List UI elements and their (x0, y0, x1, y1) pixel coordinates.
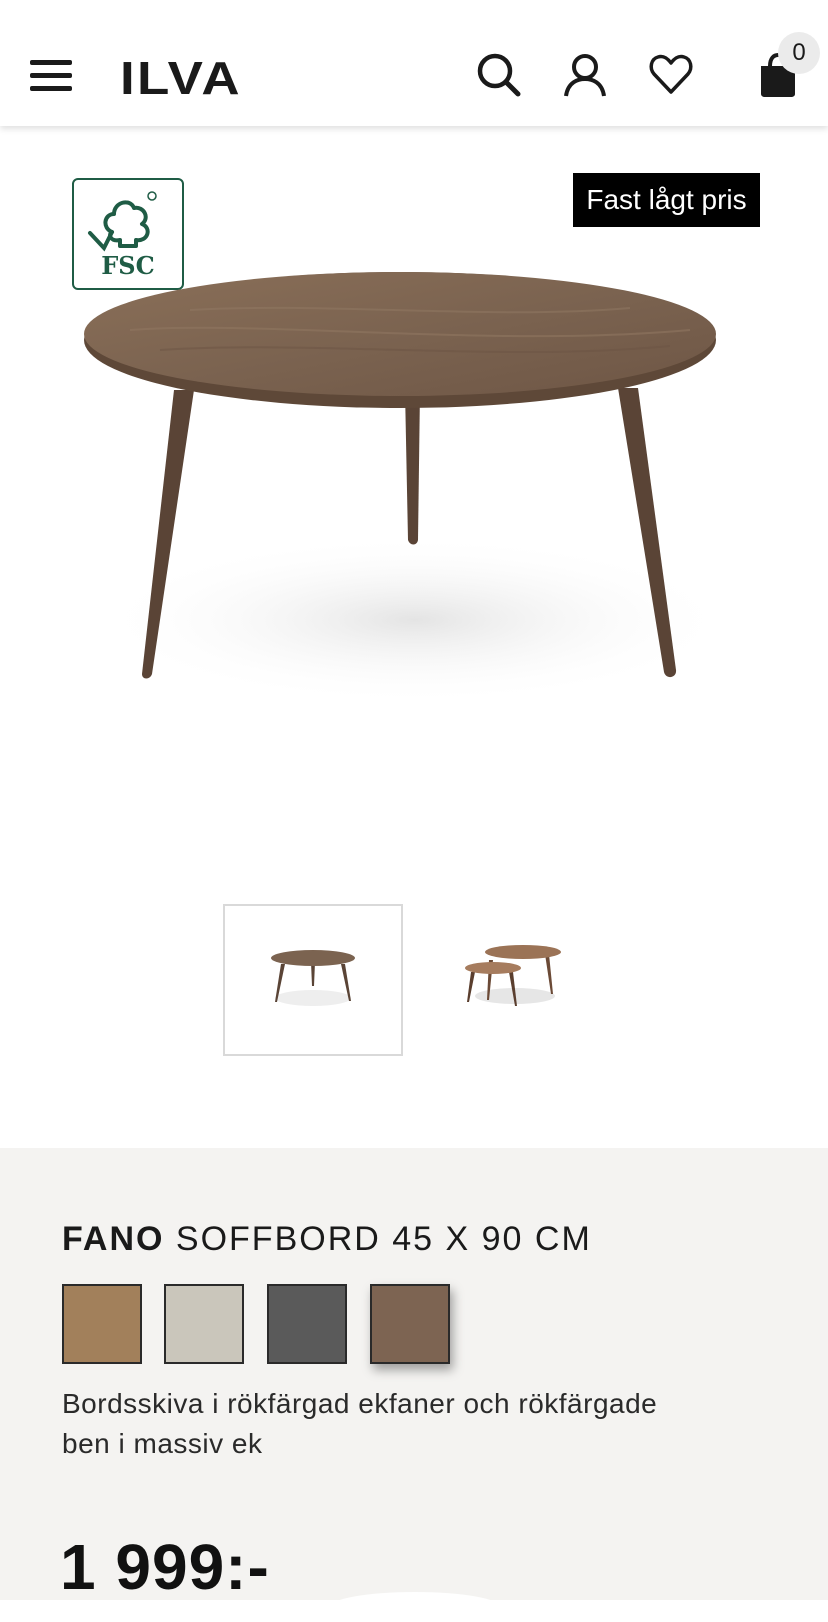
menu-icon[interactable] (30, 58, 74, 94)
site-logo[interactable]: ILVA (120, 50, 242, 106)
product-brand: FANO (62, 1220, 165, 1258)
heart-icon[interactable] (648, 52, 694, 98)
site-header: ILVA 0 (0, 0, 828, 126)
thumbnail-table-set-image (465, 945, 561, 1006)
color-swatch-3[interactable] (267, 1284, 347, 1364)
color-swatch-1[interactable] (62, 1284, 142, 1364)
cart-count-badge: 0 (778, 32, 820, 74)
thumbnail-1[interactable] (223, 904, 403, 1056)
product-title: FANO SOFFBORD 45 X 90 CM (62, 1220, 592, 1259)
floating-button-edge[interactable] (330, 1592, 500, 1622)
fixed-low-price-badge: Fast lågt pris (573, 173, 760, 227)
color-swatch-4-selected[interactable] (370, 1284, 450, 1364)
search-icon[interactable] (476, 52, 522, 98)
thumbnail-2[interactable] (423, 904, 603, 1056)
product-description: Bordsskiva i rökfärgad ekfaner och rökfä… (62, 1388, 658, 1459)
thumbnail-table-image (271, 950, 355, 1006)
product-name: SOFFBORD 45 X 90 CM (175, 1220, 592, 1258)
product-image-coffee-table[interactable] (70, 250, 760, 730)
product-price: 1 999:- (60, 1531, 270, 1603)
color-swatch-2[interactable] (164, 1284, 244, 1364)
user-icon[interactable] (562, 52, 608, 98)
